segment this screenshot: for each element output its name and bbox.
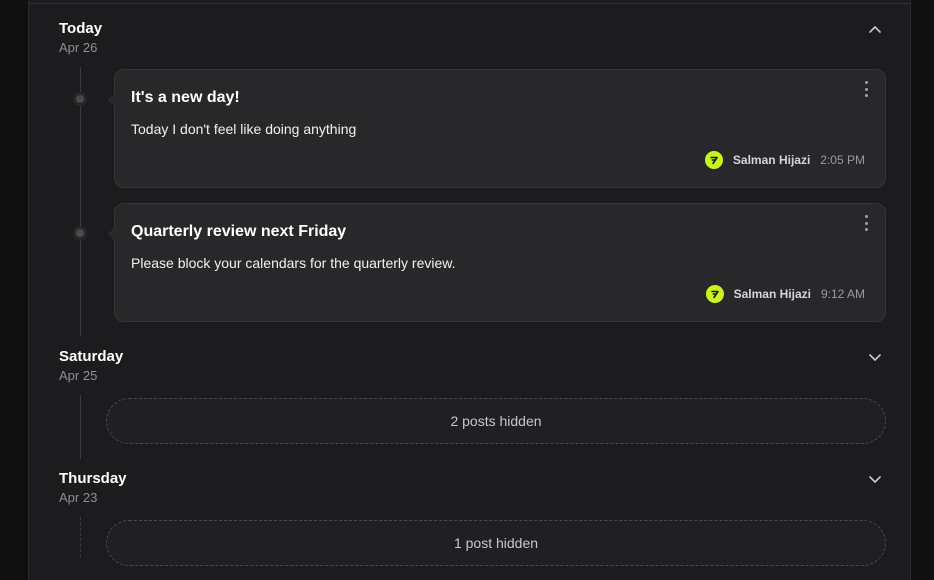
avatar[interactable] bbox=[704, 151, 723, 169]
timeline-node bbox=[73, 226, 87, 240]
post-card[interactable]: Quarterly review next Friday Please bloc… bbox=[108, 203, 886, 322]
timeline-node bbox=[73, 92, 87, 106]
user-logo-icon bbox=[710, 290, 719, 299]
post-title: It's a new day! bbox=[131, 89, 240, 106]
day-date-today: Apr 26 bbox=[59, 40, 98, 55]
post-time: 2:05 PM bbox=[820, 153, 865, 167]
post-body: Today I don't feel like doing anything bbox=[131, 121, 357, 137]
card-pointer bbox=[108, 94, 115, 106]
avatar[interactable] bbox=[705, 285, 724, 303]
more-vertical-icon[interactable] bbox=[861, 80, 871, 98]
day-date-thursday: Apr 23 bbox=[59, 490, 98, 505]
post-author[interactable]: Salman Hijazi bbox=[733, 153, 810, 167]
timeline-line-thursday bbox=[80, 517, 81, 557]
hidden-posts-thursday[interactable]: 1 post hidden bbox=[106, 520, 886, 566]
timeline-panel: Today Apr 26 It's a new day! Today I don… bbox=[28, 0, 911, 580]
day-date-saturday: Apr 25 bbox=[59, 368, 98, 383]
expand-saturday-button[interactable] bbox=[867, 350, 883, 366]
post-body: Please block your calendars for the quar… bbox=[131, 255, 456, 271]
post-author[interactable]: Salman Hijazi bbox=[734, 287, 811, 301]
post-meta: Salman Hijazi 2:05 PM bbox=[704, 151, 865, 169]
day-title-today: Today bbox=[59, 20, 103, 37]
chevron-down-icon bbox=[869, 476, 881, 483]
post-meta: Salman Hijazi 9:12 AM bbox=[705, 285, 865, 303]
expand-thursday-button[interactable] bbox=[867, 472, 883, 488]
collapse-today-button[interactable] bbox=[867, 21, 883, 37]
post-title: Quarterly review next Friday bbox=[131, 223, 347, 240]
card-pointer bbox=[108, 228, 115, 240]
top-divider bbox=[29, 3, 910, 4]
timeline-line-today bbox=[80, 67, 81, 336]
day-title-thursday: Thursday bbox=[59, 470, 127, 487]
day-title-saturday: Saturday bbox=[59, 348, 124, 365]
chevron-up-icon bbox=[869, 26, 881, 33]
more-vertical-icon[interactable] bbox=[861, 214, 871, 232]
post-time: 9:12 AM bbox=[820, 287, 865, 301]
post-card[interactable]: It's a new day! Today I don't feel like … bbox=[108, 69, 886, 188]
user-logo-icon bbox=[710, 156, 718, 165]
hidden-posts-saturday[interactable]: 2 posts hidden bbox=[106, 398, 886, 444]
timeline-line-saturday bbox=[80, 395, 81, 459]
chevron-down-icon bbox=[869, 354, 881, 361]
